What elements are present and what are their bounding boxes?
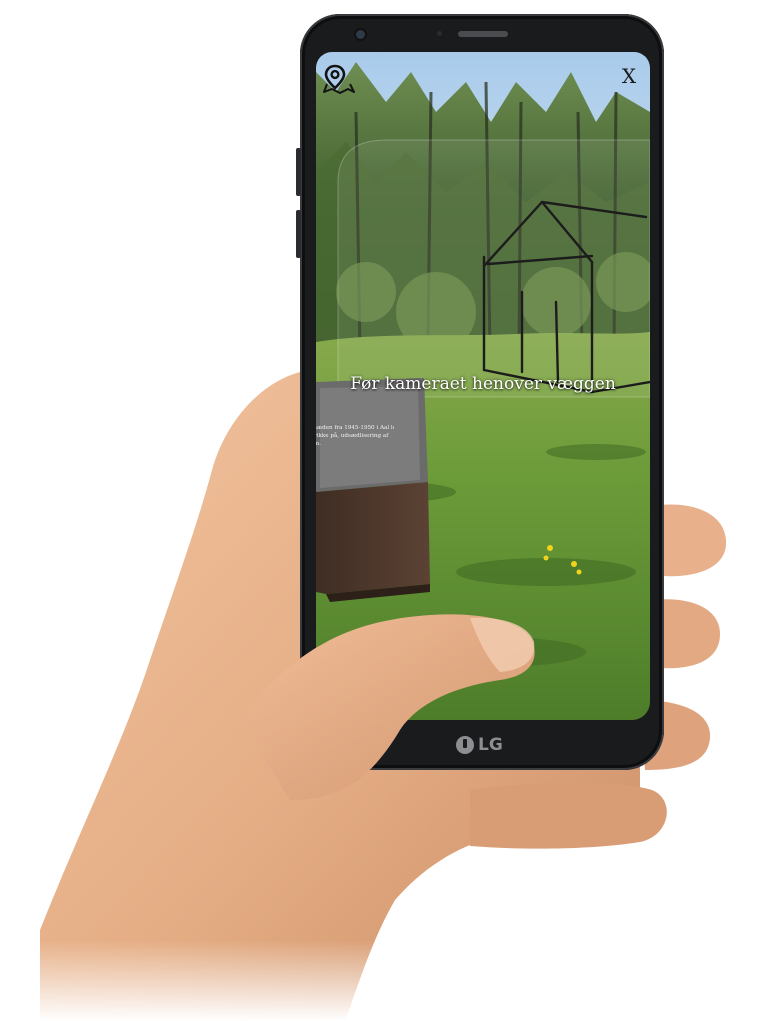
app-screen: sæden fra 1945-1950 i Aal lejren. rikke …	[316, 52, 650, 720]
sign-line: m.	[316, 441, 322, 447]
device-brand: LG	[456, 733, 516, 757]
brand-label: LG	[478, 735, 503, 755]
lg-logo-icon	[456, 736, 474, 754]
close-button[interactable]: X	[616, 62, 642, 90]
instruction-text: Før kameraet henover væggen	[350, 374, 616, 394]
sign-line: sæden fra 1945-1950 i Aal lejren.	[316, 425, 394, 431]
proximity-sensor	[437, 31, 442, 36]
map-button[interactable]	[322, 62, 356, 96]
front-camera	[356, 30, 365, 39]
info-sign-text: sæden fra 1945-1950 i Aal lejren. rikke …	[316, 424, 394, 448]
map-pin-icon	[323, 64, 355, 94]
power-button	[296, 210, 301, 258]
close-icon: X	[621, 64, 637, 88]
volume-button	[296, 148, 301, 196]
sign-line: rikke på, udsædlisering af	[316, 433, 389, 439]
earpiece-speaker	[458, 31, 508, 37]
